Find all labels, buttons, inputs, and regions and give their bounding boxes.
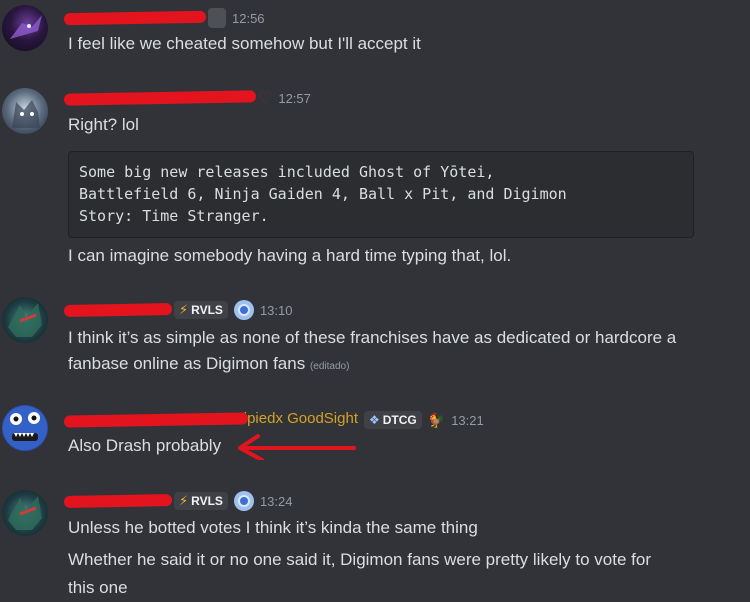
- username[interactable]: tipiedx GoodSight: [63, 410, 358, 430]
- app-badge-icon: [208, 8, 226, 28]
- role-tag-label: RVLS: [191, 494, 223, 508]
- timestamp[interactable]: 13:24: [260, 494, 293, 509]
- role-tag-label: DTCG: [382, 413, 417, 427]
- message-text: Unless he botted votes I think it’s kind…: [68, 518, 478, 537]
- lightning-icon: ⚡: [179, 302, 189, 317]
- avatar-creature-icon: [8, 303, 42, 337]
- avatar-monster-icon: [3, 406, 47, 450]
- timestamp[interactable]: 12:56: [232, 11, 265, 26]
- timestamp[interactable]: 12:57: [278, 91, 311, 106]
- message-text: I feel like we cheated somehow but I'll …: [68, 34, 421, 53]
- lightning-icon: ⚡: [179, 493, 189, 508]
- message-text-2: fanbase online as Digimon fans (editado): [68, 352, 349, 379]
- role-tag[interactable]: ❖ DTCG: [364, 411, 422, 429]
- username[interactable]: [63, 300, 173, 320]
- message-text: Right? lol: [68, 115, 139, 134]
- avatar[interactable]: [2, 297, 48, 343]
- red-arrow-annotation: [238, 434, 356, 460]
- server-badge-icon: [233, 300, 254, 320]
- message-text: I think it’s as simple as none of these …: [68, 328, 677, 347]
- message-text: I can imagine somebody having a hard tim…: [68, 246, 512, 265]
- edited-label: (editado): [309, 361, 350, 372]
- server-badge-icon: [233, 491, 254, 511]
- message-text: Also Drash probably: [68, 436, 222, 455]
- avatar[interactable]: [2, 5, 48, 51]
- avatar[interactable]: [2, 490, 48, 536]
- avatar[interactable]: [2, 405, 48, 451]
- avatar-dragon-icon: [10, 15, 42, 39]
- role-tag[interactable]: ⚡ RVLS: [174, 492, 228, 510]
- timestamp[interactable]: 13:10: [260, 303, 293, 318]
- role-tag[interactable]: ⚡ RVLS: [174, 301, 228, 319]
- heart-icon: ♡: [258, 90, 273, 107]
- username[interactable]: [63, 8, 207, 28]
- username[interactable]: [63, 491, 173, 511]
- rooster-icon: 🐓: [427, 411, 446, 428]
- code-block: Some big new releases included Ghost of …: [68, 151, 694, 238]
- avatar-wolf-icon: [12, 100, 40, 128]
- timestamp[interactable]: 13:21: [451, 413, 484, 428]
- role-tag-label: RVLS: [191, 303, 223, 317]
- avatar[interactable]: [2, 88, 48, 134]
- diamond-icon: ❖: [369, 413, 380, 427]
- message-text: this one: [68, 578, 128, 597]
- message-text: Whether he said it or no one said it, Di…: [68, 550, 651, 569]
- username[interactable]: [63, 88, 257, 108]
- message-text-line: fanbase online as Digimon fans: [68, 354, 306, 373]
- username-visible-part: tipiedx GoodSight: [239, 410, 358, 427]
- avatar-creature-icon: [8, 496, 42, 530]
